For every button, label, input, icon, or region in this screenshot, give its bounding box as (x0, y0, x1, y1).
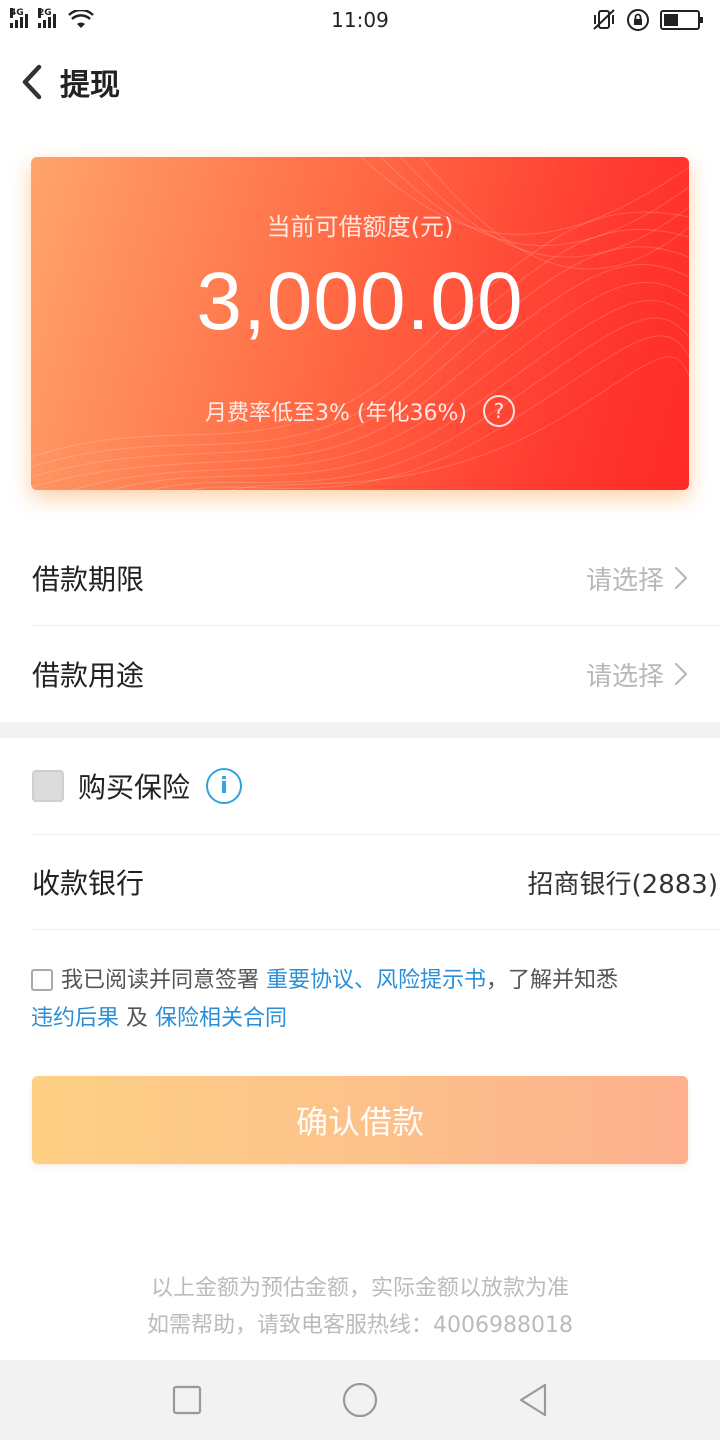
agreement-and: 及 (126, 1006, 149, 1031)
status-time: 11:09 (331, 8, 389, 32)
footer-note: 以上金额为预估金额，实际金额以放款为准 (150, 1276, 569, 1301)
triangle-back-icon (520, 1383, 547, 1417)
agreement-prefix: 我已阅读并同意签署 (61, 968, 260, 993)
insurance-row: 购买保险 i (32, 738, 720, 834)
battery-level (664, 14, 679, 26)
circle-icon (342, 1382, 378, 1418)
header: 提现 (0, 52, 720, 112)
footer-hotline: 如需帮助，请致电客服热线：4006988018 (147, 1313, 573, 1338)
confirm-loan-button[interactable]: 确认借款 (32, 1076, 688, 1164)
agreement-middle: ，了解并知悉 (486, 968, 619, 993)
bank-value: 招商银行(2883) (527, 869, 718, 900)
loan-term-label: 借款期限 (32, 563, 145, 596)
loan-purpose-row[interactable]: 借款用途 请选择 (32, 626, 720, 722)
credit-limit-label: 当前可借额度(元) (266, 213, 454, 241)
section-gap (0, 722, 720, 738)
loan-term-row[interactable]: 借款期限 请选择 (32, 530, 720, 626)
bank-label: 收款银行 (32, 867, 145, 900)
help-icon[interactable]: ? (482, 395, 515, 427)
loan-purpose-value: 请选择 (586, 656, 688, 693)
bank-row[interactable]: 收款银行 招商银行(2883) (32, 834, 720, 930)
square-icon (172, 1385, 201, 1415)
loan-term-placeholder: 请选择 (585, 565, 664, 596)
info-icon[interactable]: i (206, 768, 243, 804)
chevron-right-icon (674, 662, 688, 686)
rate-info: 月费率低至3% (年化36%) ? (31, 395, 689, 427)
home-button[interactable] (330, 1370, 390, 1430)
loan-term-value: 请选择 (586, 560, 688, 597)
loan-purpose-placeholder: 请选择 (585, 661, 664, 692)
agreement-text: 我已阅读并同意签署 重要协议、风险提示书，了解并知悉 违约后果 及 保险相关合同 (31, 962, 691, 1038)
rate-text: 月费率低至3% (年化36%) (205, 401, 467, 426)
loan-purpose-label: 借款用途 (32, 659, 145, 692)
status-bar: 4G 2G 11:09 (0, 0, 720, 40)
battery-icon (660, 10, 703, 30)
agreement-checkbox[interactable] (31, 969, 53, 991)
credit-limit-amount: 3,000.00 (196, 256, 524, 347)
recent-apps-button[interactable] (157, 1370, 217, 1430)
chevron-right-icon (674, 566, 688, 590)
page-title: 提现 (60, 68, 120, 103)
insurance-checkbox[interactable] (32, 770, 64, 802)
chevron-left-icon (22, 64, 42, 100)
insurance-label[interactable]: 购买保险 (78, 766, 190, 806)
insurance-contract-link[interactable]: 保险相关合同 (155, 1006, 287, 1031)
default-consequences-link[interactable]: 违约后果 (31, 1006, 119, 1031)
divider (32, 929, 720, 930)
navigation-bar (0, 1360, 720, 1440)
important-agreement-link[interactable]: 重要协议、风险提示书 (266, 968, 486, 993)
back-nav-button[interactable] (503, 1370, 563, 1430)
credit-limit-card: 当前可借额度(元) 3,000.00 月费率低至3% (年化36%) ? (31, 157, 689, 490)
back-button[interactable] (4, 52, 60, 112)
